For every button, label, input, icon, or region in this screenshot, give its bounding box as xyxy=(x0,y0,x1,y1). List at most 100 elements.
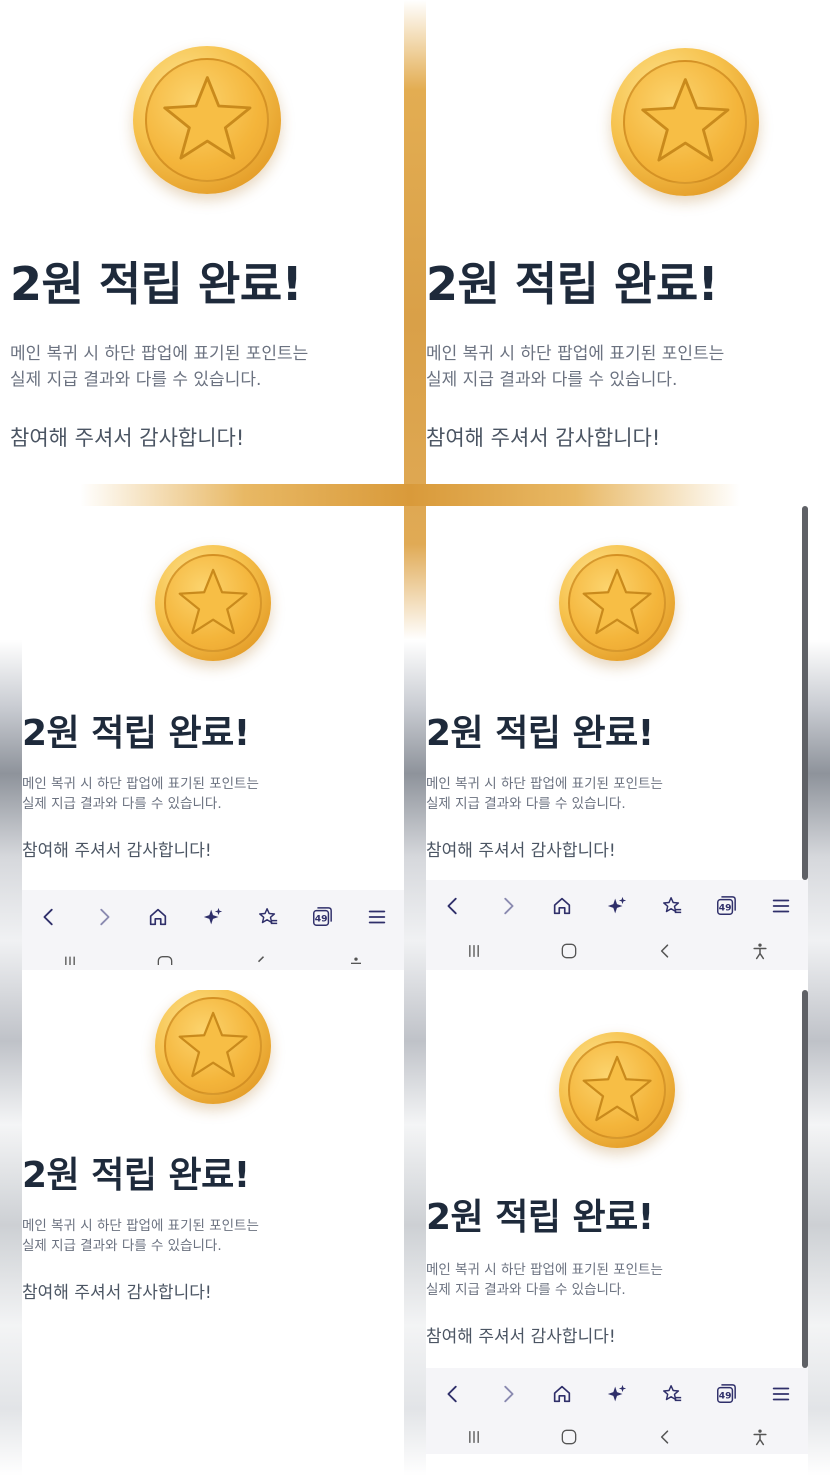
accessibility-button[interactable] xyxy=(336,940,376,970)
screenshot-panel-5: 2원 적립 완료! 메인 복귀 시 하단 팝업에 표기된 포인트는 실제 지급 … xyxy=(22,990,404,1436)
star-coin-icon xyxy=(133,46,281,194)
chevron-right-icon xyxy=(504,1385,514,1403)
bookmarks-button[interactable] xyxy=(652,886,692,926)
star-coin-icon xyxy=(559,545,675,661)
description-line-2: 실제 지급 결과와 다를 수 있습니다. xyxy=(22,1238,222,1254)
accessibility-icon xyxy=(753,1429,767,1446)
system-navigation-bar xyxy=(426,932,808,970)
accessibility-button[interactable] xyxy=(740,1422,780,1452)
star-list-icon xyxy=(662,1385,681,1402)
hamburger-icon xyxy=(772,899,789,913)
description-line-1: 메인 복귀 시 하단 팝업에 표기된 포인트는 xyxy=(426,776,663,792)
chevron-left-icon xyxy=(660,944,668,958)
page-title: 2원 적립 완료! xyxy=(426,713,654,754)
description-line-2: 실제 지급 결과와 다를 수 있습니다. xyxy=(10,370,262,390)
menu-button[interactable] xyxy=(357,897,397,937)
system-home-button[interactable] xyxy=(145,940,185,970)
hamburger-icon xyxy=(772,1387,789,1401)
system-back-button[interactable] xyxy=(241,940,281,970)
browser-toolbar: 49 xyxy=(22,890,404,944)
menu-button[interactable] xyxy=(761,886,801,926)
system-home-button[interactable] xyxy=(549,1422,589,1452)
scrollbar[interactable] xyxy=(802,506,808,880)
sparkle-icon xyxy=(607,1384,627,1402)
accessibility-icon xyxy=(753,943,767,960)
page-title: 2원 적립 완료! xyxy=(22,1155,250,1196)
back-button[interactable] xyxy=(433,886,473,926)
star-coin-icon xyxy=(155,545,271,661)
tabs-icon: 49 xyxy=(313,907,332,926)
bookmarks-button[interactable] xyxy=(248,897,288,937)
accessibility-button[interactable] xyxy=(740,936,780,966)
chevron-right-icon xyxy=(100,908,110,926)
recent-apps-button[interactable] xyxy=(454,936,494,966)
description-line-2: 실제 지급 결과와 다를 수 있습니다. xyxy=(426,370,678,390)
recent-apps-button[interactable] xyxy=(454,1422,494,1452)
recent-apps-icon xyxy=(468,945,479,957)
gold-divider-vertical xyxy=(404,0,426,640)
page-title: 2원 적립 완료! xyxy=(426,257,719,311)
system-navigation-bar xyxy=(22,944,404,970)
page-title: 2원 적립 완료! xyxy=(22,713,250,754)
rounded-square-icon xyxy=(561,943,577,959)
home-button[interactable] xyxy=(542,1374,582,1414)
recent-apps-icon xyxy=(468,1431,479,1443)
thanks-message: 참여해 주셔서 감사합니다! xyxy=(22,1283,212,1303)
system-navigation-bar xyxy=(426,1420,808,1454)
description-line-1: 메인 복귀 시 하단 팝업에 표기된 포인트는 xyxy=(426,1262,663,1278)
hamburger-icon xyxy=(368,910,385,924)
chevron-left-icon xyxy=(447,1385,457,1403)
silver-divider-left xyxy=(0,640,22,1476)
chevron-left-icon xyxy=(447,897,457,915)
star-coin-icon xyxy=(611,48,759,196)
tab-count: 49 xyxy=(719,1391,732,1402)
home-button[interactable] xyxy=(542,886,582,926)
screenshot-panel-1: 2원 적립 완료! 메인 복귀 시 하단 팝업에 표기된 포인트는 실제 지급 … xyxy=(0,20,404,484)
page-title: 2원 적립 완료! xyxy=(426,1197,654,1238)
screenshot-panel-3: 2원 적립 완료! 메인 복귀 시 하단 팝업에 표기된 포인트는 실제 지급 … xyxy=(22,506,404,970)
tabs-icon: 49 xyxy=(717,1384,736,1403)
tabs-button[interactable]: 49 xyxy=(302,897,342,937)
thanks-message: 참여해 주셔서 감사합니다! xyxy=(426,426,661,450)
ai-assistant-button[interactable] xyxy=(597,886,637,926)
scrollbar[interactable] xyxy=(802,990,808,1368)
bookmarks-button[interactable] xyxy=(652,1374,692,1414)
silver-divider-middle xyxy=(404,640,426,1476)
tab-count: 49 xyxy=(719,903,732,914)
chevron-left-icon xyxy=(257,956,264,963)
gold-divider-horizontal xyxy=(80,484,740,506)
back-button[interactable] xyxy=(433,1374,473,1414)
star-coin-icon xyxy=(155,990,271,1104)
tabs-button[interactable]: 49 xyxy=(706,1374,746,1414)
ai-assistant-button[interactable] xyxy=(193,897,233,937)
description-line-1: 메인 복귀 시 하단 팝업에 표기된 포인트는 xyxy=(10,344,309,364)
thanks-message: 참여해 주셔서 감사합니다! xyxy=(10,426,245,450)
description-line-2: 실제 지급 결과와 다를 수 있습니다. xyxy=(22,796,222,812)
silver-divider-right xyxy=(808,640,830,1476)
recent-apps-button[interactable] xyxy=(50,940,90,970)
forward-button[interactable] xyxy=(488,886,528,926)
description-line-1: 메인 복귀 시 하단 팝업에 표기된 포인트는 xyxy=(22,1218,259,1234)
chevron-right-icon xyxy=(504,897,514,915)
star-coin-icon xyxy=(559,1032,675,1148)
forward-button[interactable] xyxy=(488,1374,528,1414)
description-line-1: 메인 복귀 시 하단 팝업에 표기된 포인트는 xyxy=(426,344,725,364)
thanks-message: 참여해 주셔서 감사합니다! xyxy=(22,841,212,861)
back-button[interactable] xyxy=(29,897,69,937)
tabs-button[interactable]: 49 xyxy=(706,886,746,926)
home-icon xyxy=(554,1385,571,1403)
tab-count: 49 xyxy=(315,914,328,925)
screenshot-panel-4: 2원 적립 완료! 메인 복귀 시 하단 팝업에 표기된 포인트는 실제 지급 … xyxy=(426,506,808,970)
system-back-button[interactable] xyxy=(645,936,685,966)
forward-button[interactable] xyxy=(84,897,124,937)
home-button[interactable] xyxy=(138,897,178,937)
description-line-2: 실제 지급 결과와 다를 수 있습니다. xyxy=(426,796,626,812)
ai-assistant-button[interactable] xyxy=(597,1374,637,1414)
sparkle-icon xyxy=(203,907,223,925)
menu-button[interactable] xyxy=(761,1374,801,1414)
tabs-icon: 49 xyxy=(717,896,736,915)
system-back-button[interactable] xyxy=(645,1422,685,1452)
system-home-button[interactable] xyxy=(549,936,589,966)
screenshot-panel-6: 2원 적립 완료! 메인 복귀 시 하단 팝업에 표기된 포인트는 실제 지급 … xyxy=(426,990,808,1454)
thanks-message: 참여해 주셔서 감사합니다! xyxy=(426,1327,616,1347)
